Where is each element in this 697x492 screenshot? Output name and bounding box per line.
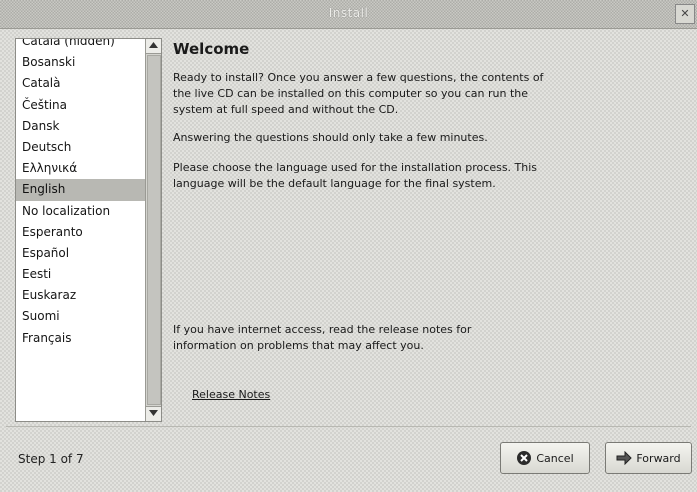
language-scrollbar[interactable] [145, 39, 161, 421]
language-item[interactable] [16, 349, 145, 370]
forward-icon [616, 451, 633, 465]
language-item[interactable]: No localization [16, 201, 145, 222]
language-item[interactable]: Eesti [16, 264, 145, 285]
language-item[interactable]: Bosanski [16, 52, 145, 73]
page-title: Welcome [173, 40, 250, 58]
language-item[interactable]: Čeština [16, 95, 145, 116]
language-item[interactable]: Suomi [16, 306, 145, 327]
choose-language-text: Please choose the language used for the … [173, 161, 538, 190]
language-list[interactable]: Català (hidden) Bosanski Català Čeština … [15, 38, 162, 422]
title-bar: Install ✕ [0, 0, 697, 29]
language-item[interactable]: Català (hidden) [16, 39, 145, 52]
cancel-icon [516, 450, 532, 466]
language-item[interactable]: Deutsch [16, 137, 145, 158]
step-indicator: Step 1 of 7 [18, 452, 84, 466]
time-note: Answering the questions should only take… [173, 131, 488, 144]
welcome-panel: Welcome Ready to install? Once you answe… [173, 40, 683, 192]
footer-divider [6, 426, 691, 427]
scroll-down-arrow-icon[interactable] [146, 406, 161, 421]
language-items: Català (hidden) Bosanski Català Čeština … [16, 39, 145, 370]
cancel-label: Cancel [536, 451, 574, 465]
language-item[interactable]: Français [16, 328, 145, 349]
language-item[interactable]: Ελληνικά [16, 158, 145, 179]
language-item-selected[interactable]: English [16, 179, 145, 201]
release-notes-link[interactable]: Release Notes [192, 388, 270, 401]
language-item[interactable]: Euskaraz [16, 285, 145, 306]
scrollbar-thumb[interactable] [147, 55, 161, 405]
language-item[interactable]: Català [16, 73, 145, 94]
forward-button[interactable]: Forward [605, 442, 692, 474]
forward-label: Forward [636, 451, 681, 465]
language-item[interactable]: Español [16, 243, 145, 264]
cancel-button[interactable]: Cancel [500, 442, 590, 474]
language-item[interactable]: Esperanto [16, 222, 145, 243]
window-title: Install [328, 6, 369, 20]
release-notes-info: If you have internet access, read the re… [173, 323, 472, 352]
language-item[interactable]: Dansk [16, 116, 145, 137]
intro-text: Ready to install? Once you answer a few … [173, 71, 544, 116]
scroll-up-arrow-icon[interactable] [146, 39, 161, 54]
window-close-button[interactable]: ✕ [675, 4, 695, 24]
